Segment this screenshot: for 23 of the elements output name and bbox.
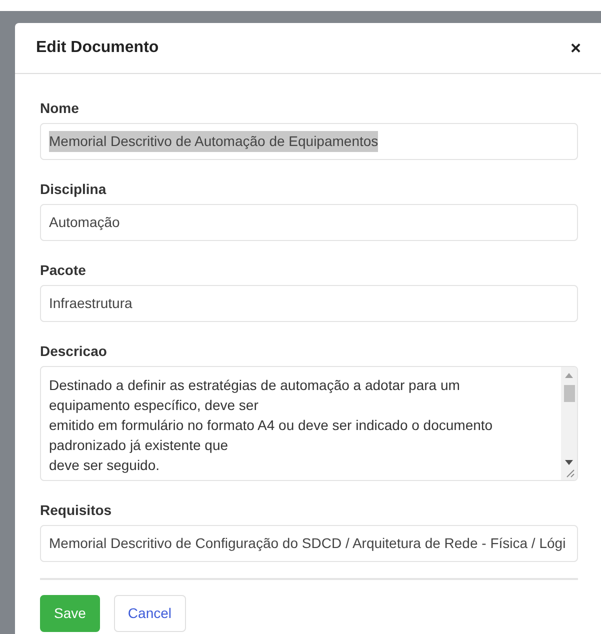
field-value: Memorial Descritivo de Automação de Equipamentos: [49, 131, 378, 152]
description-field[interactable]: [40, 366, 578, 481]
text-field[interactable]: Memorial Descritivo de Configuração do SDCD / Arquitetura de Rede - Física / Lógi: [40, 525, 578, 562]
field-label: Pacote: [40, 261, 87, 279]
scroll-down-icon[interactable]: [565, 460, 573, 466]
field-label: Requisitos: [40, 501, 113, 519]
field-value: Memorial Descritivo de Configuração do SDCD / Arquitetura de Rede - Física / Lógi: [49, 534, 566, 553]
text-field[interactable]: Infraestrutura: [40, 285, 578, 322]
cancel-button[interactable]: Cancel: [114, 595, 186, 632]
text-field[interactable]: Automação: [40, 204, 578, 241]
resize-handle-icon[interactable]: [565, 468, 575, 478]
field-value: Automação: [49, 213, 120, 232]
scrollbar[interactable]: [561, 367, 577, 480]
field-value: Infraestrutura: [49, 294, 132, 313]
field-label: Nome: [40, 99, 80, 117]
field-label: Disciplina: [40, 180, 108, 198]
scroll-thumb[interactable]: [564, 385, 574, 402]
dialog-title: Edit Documento: [36, 38, 159, 58]
description-text: Destinado a definir as estratégias de automação a adotar para um equipamento específico, deve ser emitido em formulário no formato A4 ou deve ser indicado o documento padronizado já existente que deve ser seguido.: [48, 376, 494, 475]
text-field[interactable]: Memorial Descritivo de Automação de Equipamentos: [40, 123, 578, 160]
scroll-up-icon[interactable]: [565, 373, 573, 379]
close-button[interactable]: ×: [570, 39, 581, 57]
field-label: Descricao: [40, 342, 108, 360]
